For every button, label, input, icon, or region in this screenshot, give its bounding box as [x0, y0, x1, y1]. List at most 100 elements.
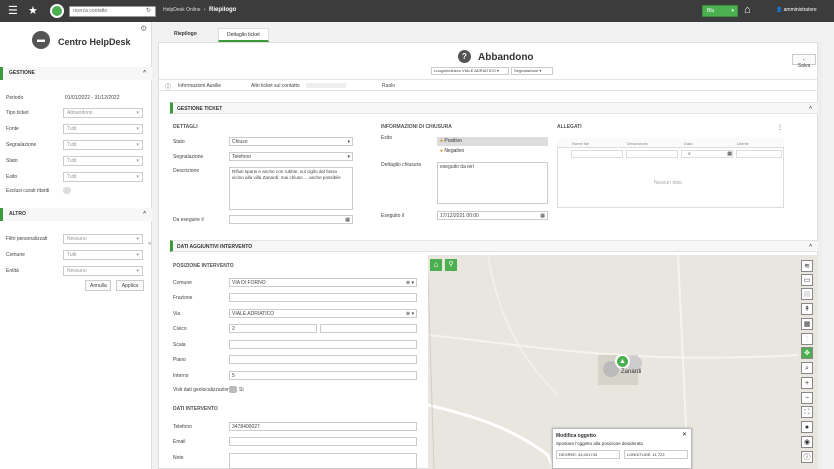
source-select[interactable]: Tutti ▾ [63, 124, 143, 134]
report-select[interactable]: Tutti ▾ [63, 140, 143, 150]
entity-select[interactable]: Nessuno ▾ [63, 266, 143, 276]
move-icon[interactable]: ✥ [801, 347, 813, 359]
executed-date-input[interactable]: 17/12/2021 00:00 ▦ [437, 211, 548, 220]
subheading-intervention-data: DATI INTERVENTO [173, 406, 218, 412]
section-dati-intervento[interactable]: DATI AGGIUNTIVI INTERVENTO ^ [170, 240, 818, 252]
more-options-icon[interactable]: ⋮ [777, 124, 783, 131]
notes-textarea[interactable] [229, 453, 417, 469]
scala-input[interactable] [229, 340, 417, 349]
closure-detail-textarea[interactable]: eseguito da ieri [437, 162, 548, 204]
outcome-negative-option[interactable]: ● Negativo [437, 147, 548, 156]
phone-input[interactable]: 3478400027 [229, 422, 417, 431]
compass-icon[interactable]: ◉ [801, 436, 813, 448]
field-label: Email [173, 439, 186, 445]
field-label: Visti dati geolocalizzazione [173, 387, 233, 393]
comune-select[interactable]: Tutti ▾ [63, 250, 143, 260]
column-header[interactable]: Utente [737, 141, 749, 146]
interno-input[interactable]: 5 [229, 371, 417, 380]
section-gestione[interactable]: GESTIONE ^ [0, 67, 152, 80]
section-altro[interactable]: ALTRO ^ [0, 208, 152, 221]
outcome-positive-option[interactable]: ● Positivo [437, 137, 548, 146]
email-input[interactable] [229, 437, 417, 446]
layers-icon[interactable]: ≋ [801, 260, 813, 272]
zoom-out-icon[interactable]: − [801, 392, 813, 404]
frazione-input[interactable] [229, 293, 417, 302]
breadcrumb-parent[interactable]: HelpDesk Online [163, 7, 201, 13]
filter-input[interactable] [626, 150, 678, 158]
exclude-toggle[interactable] [63, 187, 71, 194]
radio-icon: ● [440, 138, 444, 144]
description-textarea[interactable]: Rifiuti sparsi e anche con rubble, sul c… [229, 167, 353, 210]
home-icon[interactable]: ⌂ [744, 4, 751, 16]
cancel-button[interactable]: Annulla [85, 280, 111, 291]
geo-toggle[interactable] [229, 386, 237, 393]
section-gestione-ticket[interactable]: GESTIONE TICKET ^ [170, 102, 818, 114]
due-date-input[interactable]: ▦ [229, 215, 353, 224]
calendar-icon[interactable]: ▦ [345, 217, 350, 223]
info-label[interactable]: Informazioni Ausilie [178, 83, 221, 89]
column-header[interactable]: Data [684, 141, 692, 146]
filter-input[interactable] [571, 150, 623, 158]
latitude-field[interactable]: DEGREE: 44,001743 [556, 450, 620, 459]
location-icon[interactable]: ● [801, 421, 813, 433]
status-dropdown[interactable]: Blu ▾ [702, 5, 738, 17]
pin-map-button[interactable]: ⚲ [445, 259, 457, 271]
tab-dettaglio[interactable]: Dettaglio ticket [218, 28, 269, 42]
related-tickets-link[interactable]: Altri ticket sul contatto [251, 83, 300, 89]
ticket-status-select[interactable]: Chiuso ▾ [229, 137, 353, 146]
ruler-icon[interactable]: ⋮ [801, 333, 813, 345]
marker-icon[interactable]: ▲ [615, 354, 630, 369]
longitude-field[interactable]: LONGITUDE: 11,723 [624, 450, 688, 459]
save-button[interactable]: ‹ Salva [792, 54, 816, 69]
zoom-in-icon[interactable]: + [801, 377, 813, 389]
field-label: Via [173, 311, 181, 317]
close-icon[interactable]: ✕ [682, 431, 687, 438]
filter-input[interactable]: ⌕ ▦ [681, 150, 733, 158]
calendar-icon[interactable]: ▦ [727, 151, 732, 157]
fullscreen-icon[interactable]: ⛶ [801, 406, 813, 418]
print-icon[interactable]: ▤ [801, 288, 813, 300]
app-logo-icon[interactable] [50, 4, 64, 18]
civico-suffix-input[interactable] [320, 324, 417, 333]
location-select[interactable]: Luogo/indirizzo VIALE ADRIATICO ▾ [431, 67, 509, 75]
menu-icon[interactable]: ☰ [8, 4, 18, 17]
map-icon[interactable]: ▦ [801, 318, 813, 330]
role-label: Ruolo [382, 83, 396, 89]
custom-filter-select[interactable]: Nessuno ▾ [63, 234, 143, 244]
collapse-sidebar-icon[interactable]: « [148, 241, 151, 247]
field-label: Esito [381, 135, 393, 141]
apply-button[interactable]: Applica [116, 280, 144, 291]
pin-tool-icon[interactable]: ↟ [801, 303, 813, 315]
gear-icon[interactable]: ⚙ [140, 24, 147, 33]
column-header[interactable]: Nome file [572, 141, 589, 146]
column-header[interactable]: Descrizione [627, 141, 648, 146]
filter-input[interactable] [736, 150, 782, 158]
via-input[interactable]: VIALE ADRIATICO ⊗ ▾ [229, 309, 417, 318]
field-label: Segnalazione [6, 142, 37, 148]
monitor-icon[interactable]: ▭ [801, 274, 813, 286]
history-icon[interactable]: ↻ [146, 7, 151, 14]
field-label: Comune [173, 280, 192, 286]
scrollbar[interactable] [818, 42, 822, 469]
ticket-type-select[interactable]: Abbandono ▾ [63, 108, 143, 118]
info-map-icon[interactable]: ⓘ [801, 451, 813, 463]
piano-input[interactable] [229, 355, 417, 364]
search-input[interactable]: ricerca contatto [69, 6, 156, 17]
subheading-attachments: ALLEGATI [557, 124, 582, 130]
zoom-icon[interactable]: ⌕ [801, 362, 813, 374]
outcome-select[interactable]: Tutti ▾ [63, 172, 143, 182]
comune-input[interactable]: VIA DI FORNO ⊗ ▾ [229, 278, 417, 287]
report-type-select[interactable]: Telefono ▾ [229, 152, 353, 161]
period-value[interactable]: 01/01/2022 - 31/12/2022 [65, 95, 120, 101]
home-map-button[interactable]: ⌂ [430, 259, 442, 271]
segnalazione-select[interactable]: Segnalazione ▾ [511, 67, 553, 75]
user-menu[interactable]: 👤 amministratore [776, 7, 817, 13]
field-label: Esito [6, 174, 18, 180]
tab-riepilogo[interactable]: Riepilogo [166, 28, 205, 42]
civico-input[interactable]: 2 [229, 324, 317, 333]
popup-text: Spostare l'oggetto alla posizione deside… [556, 441, 643, 446]
field-label: Da eseguire il [173, 217, 204, 223]
status-select[interactable]: Tutti ▾ [63, 156, 143, 166]
star-icon[interactable]: ★ [28, 4, 38, 17]
calendar-icon[interactable]: ▦ [540, 213, 545, 219]
